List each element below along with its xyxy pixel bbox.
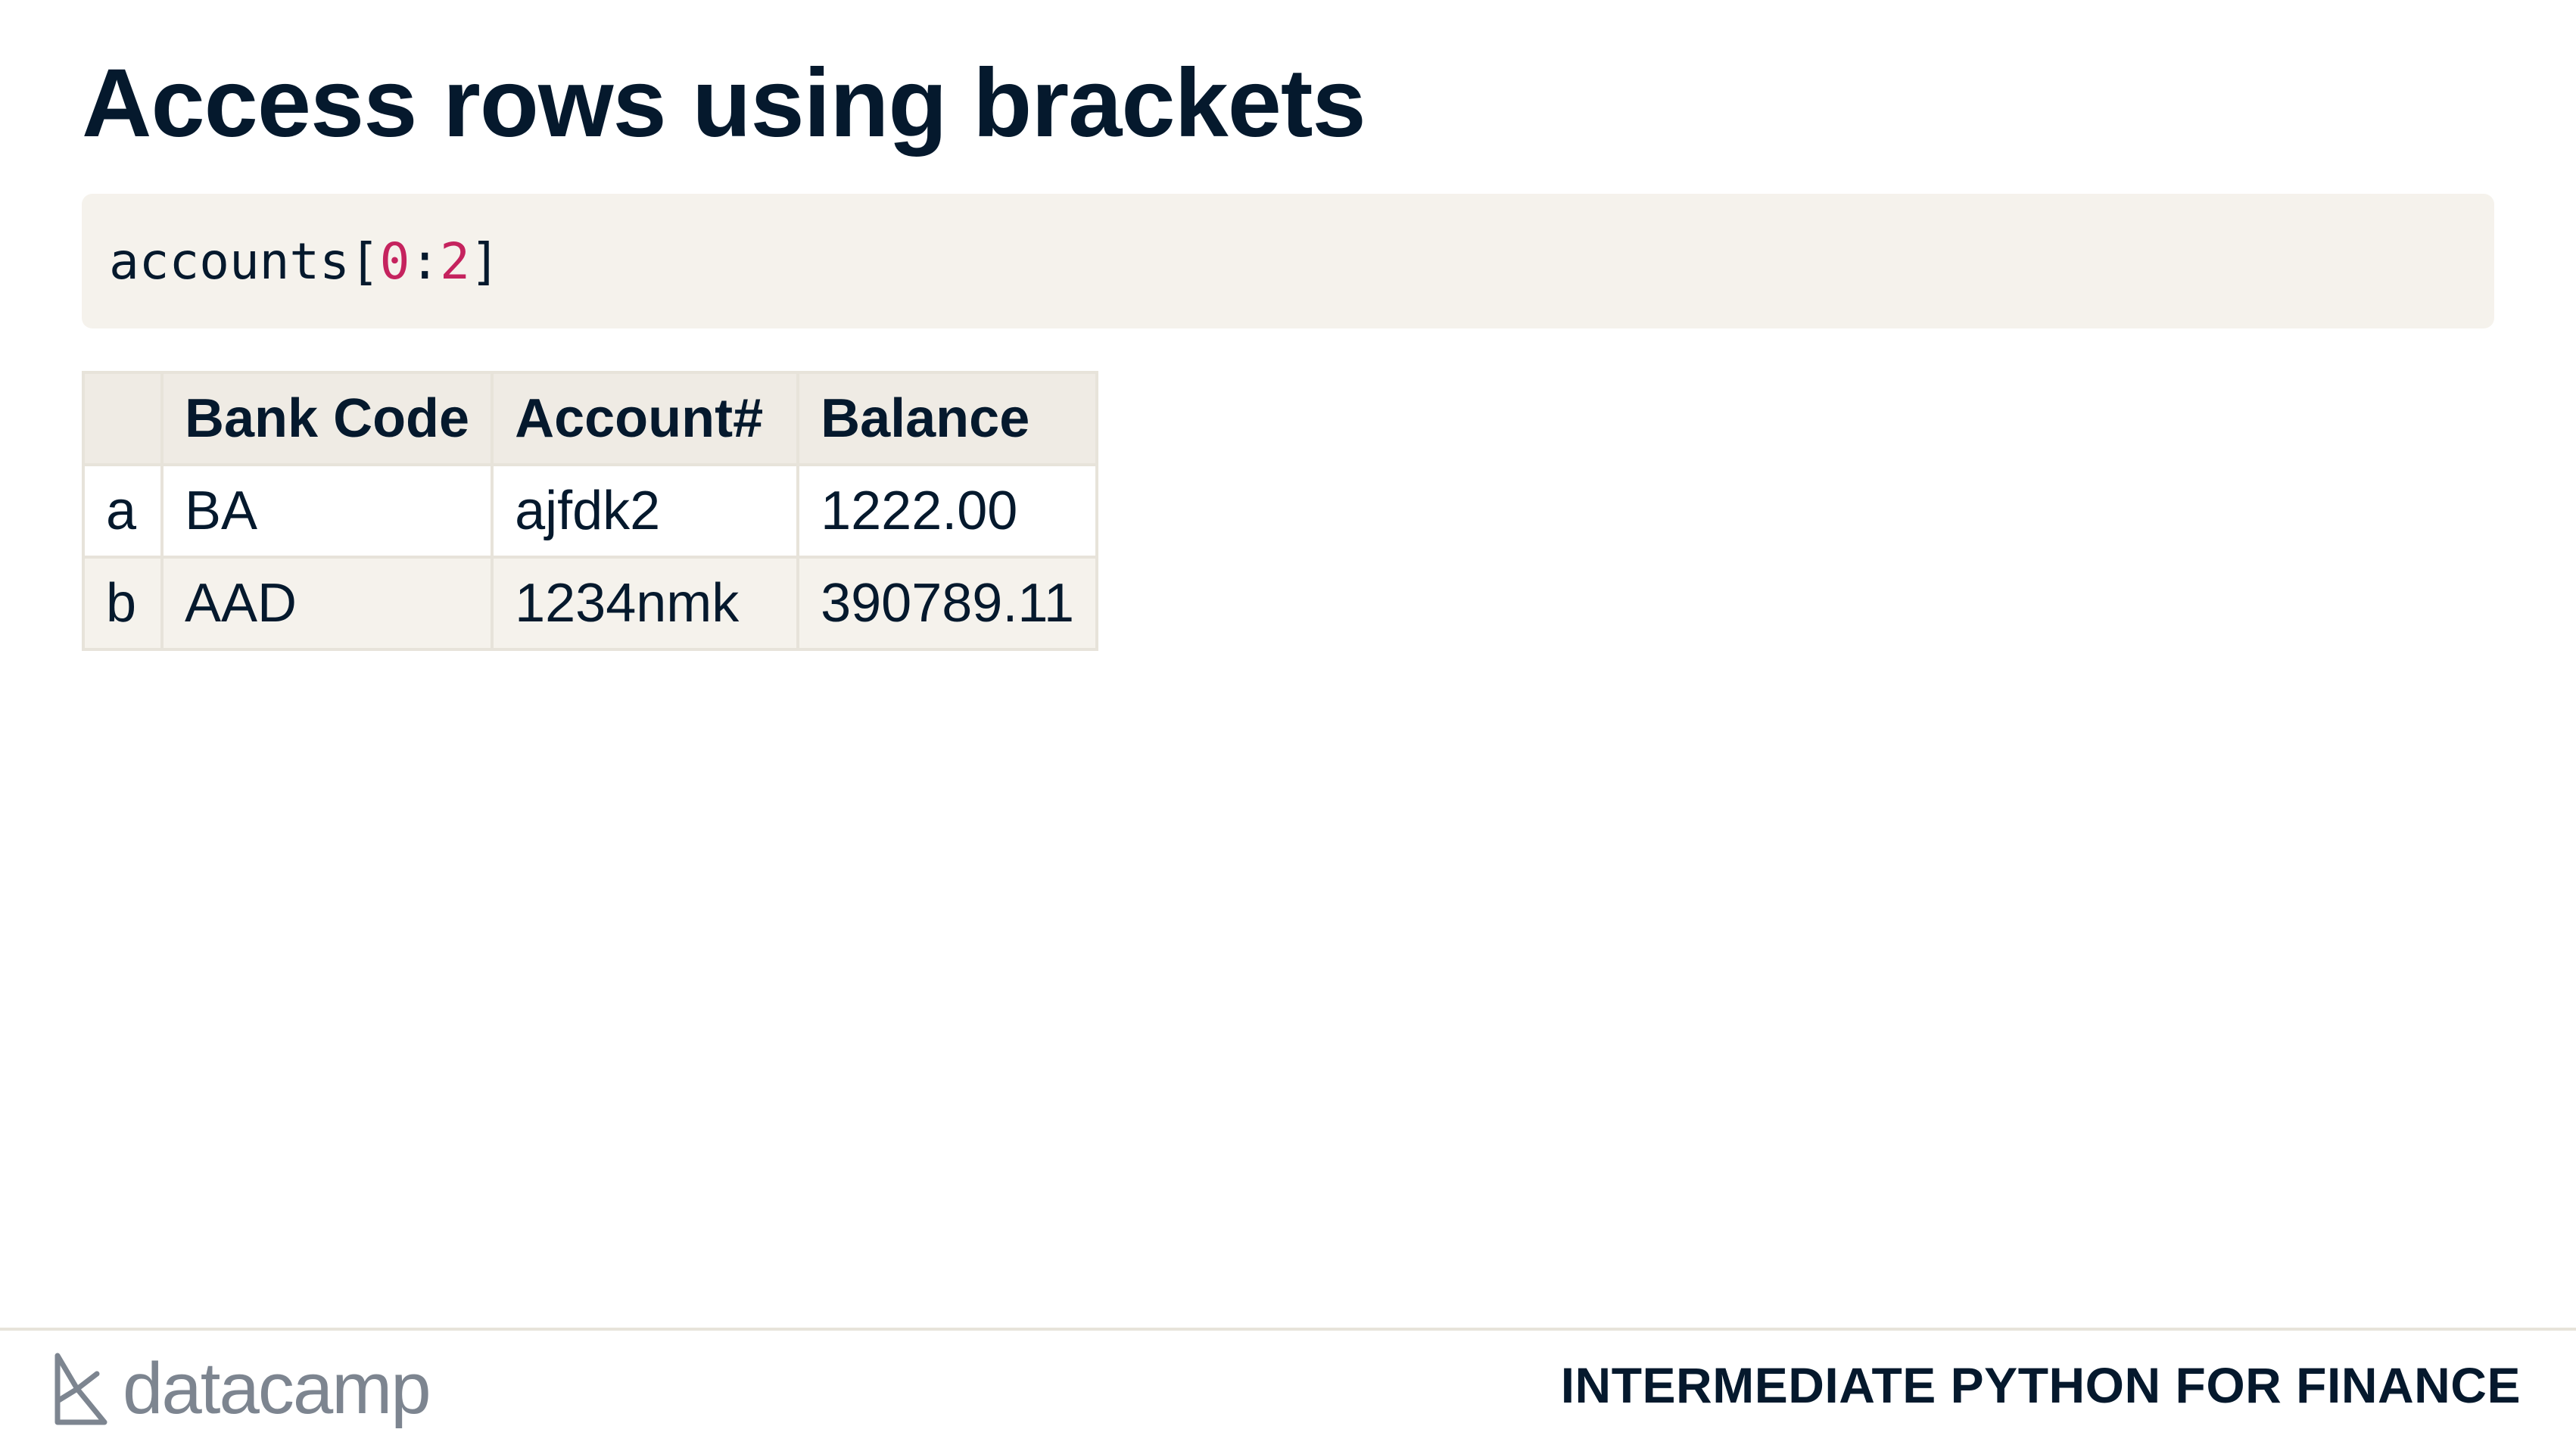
account-cell: 1234nmk [491,556,800,651]
table-row: b AAD 1234nmk 390789.11 [82,556,1099,651]
datacamp-logo: datacamp [51,1347,431,1431]
column-header-balance: Balance [796,371,1099,466]
row-index-cell: b [82,556,164,651]
datacamp-logo-text: datacamp [123,1348,431,1429]
code-block: accounts[0:2] [82,194,2494,328]
table-row: a BA ajfdk2 1222.00 [82,463,1099,559]
column-header-bank-code: Bank Code [160,371,494,466]
code-slice-stop: 2 [440,232,470,291]
table-header-row: Bank Code Account# Balance [82,371,1099,466]
bank-code-cell: BA [160,463,494,559]
code-slice-start: 0 [379,232,410,291]
slide: Access rows using brackets accounts[0:2]… [0,0,2576,1451]
code-slice-sep: : [410,232,441,291]
balance-cell: 390789.11 [796,556,1099,651]
footer-divider [0,1328,2576,1331]
code-prefix: accounts[ [109,232,380,291]
code-suffix: ] [469,232,500,291]
datacamp-logo-icon [51,1351,109,1427]
column-header-index [82,371,164,466]
account-cell: ajfdk2 [491,463,800,559]
column-header-account: Account# [491,371,800,466]
row-index-cell: a [82,463,164,559]
balance-cell: 1222.00 [796,463,1099,559]
dataframe-table: Bank Code Account# Balance a BA ajfdk2 1… [82,371,1099,651]
slide-title: Access rows using brackets [82,49,1366,157]
course-name: INTERMEDIATE PYTHON FOR FINANCE [1560,1357,2521,1413]
bank-code-cell: AAD [160,556,494,651]
